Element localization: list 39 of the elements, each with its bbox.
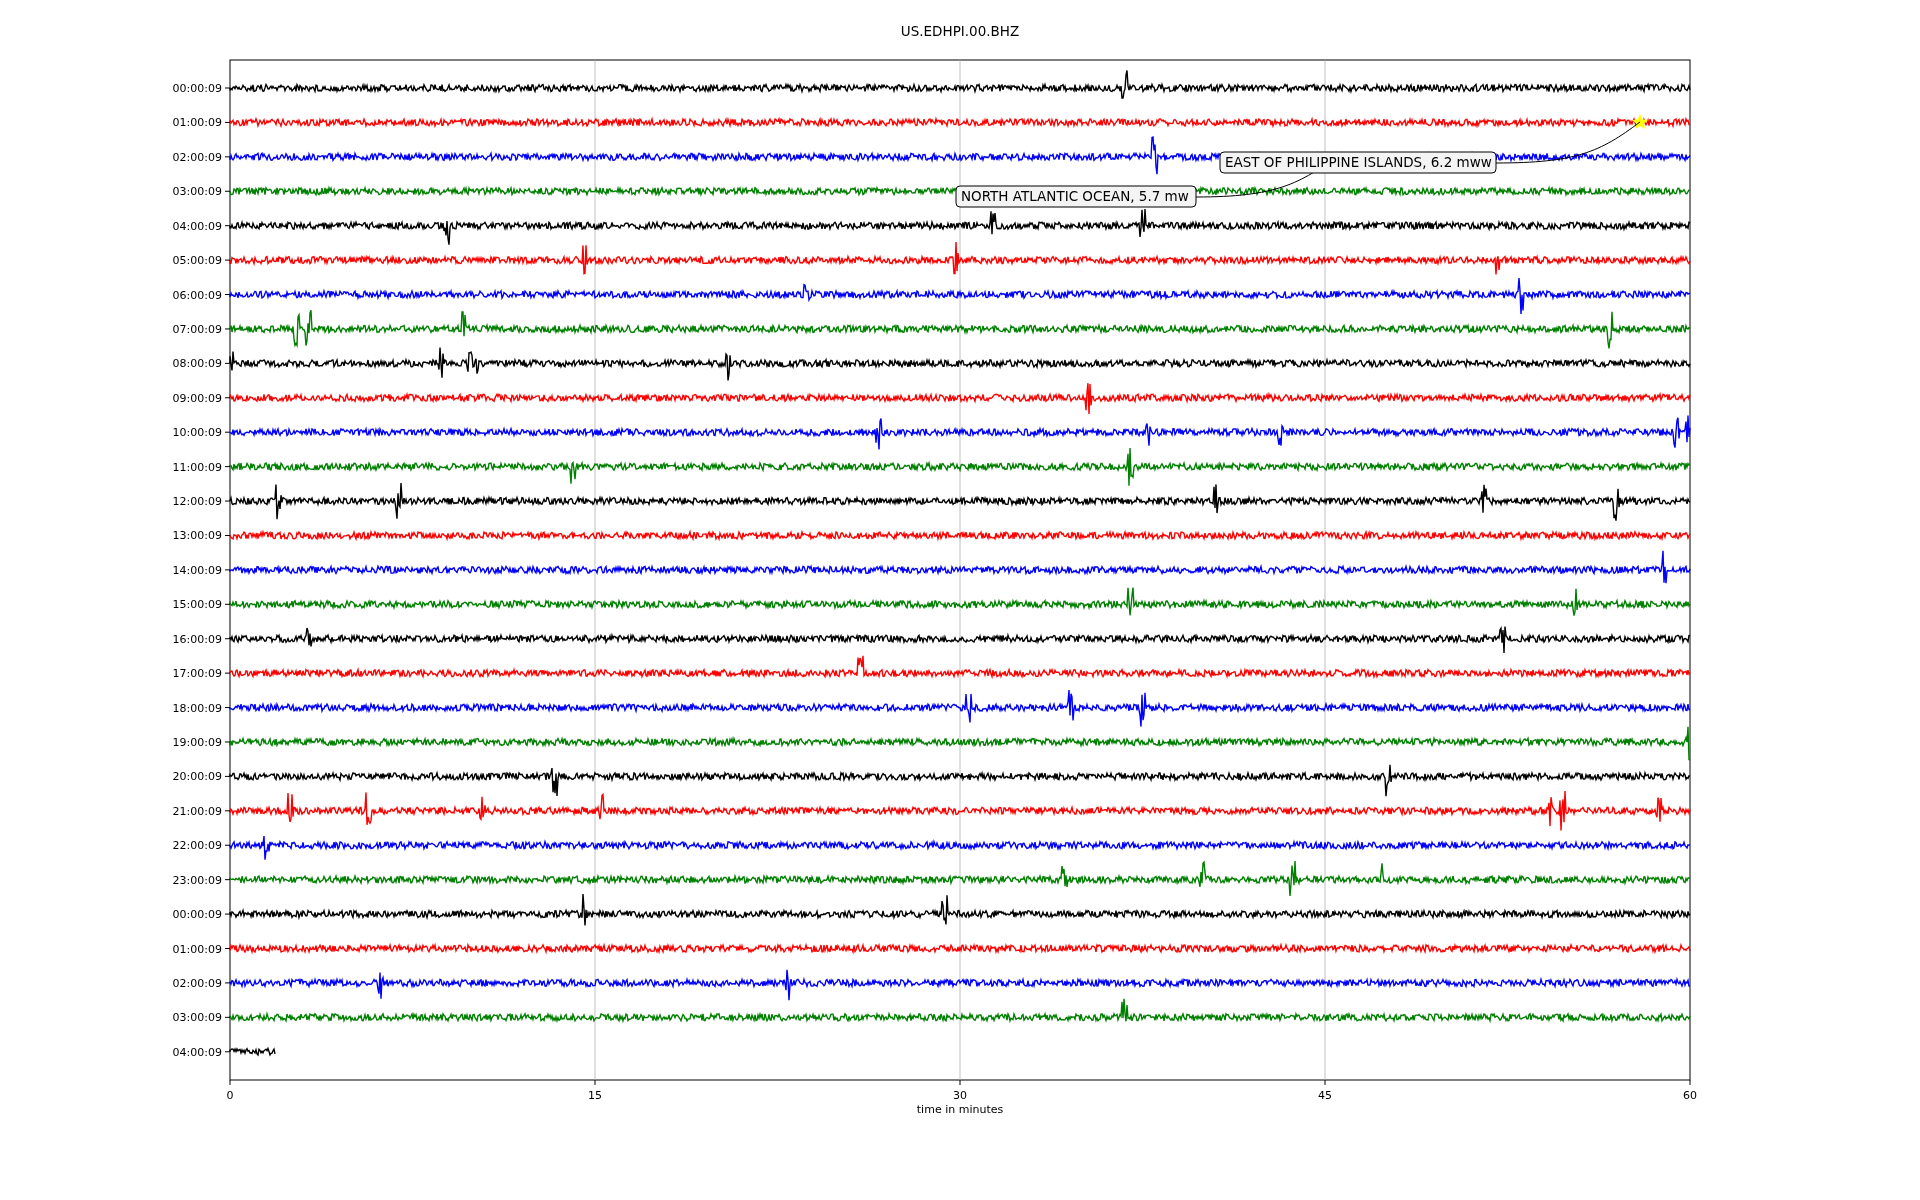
tick-label: 0	[226, 1089, 234, 1102]
time-label: 04:00:09	[172, 1045, 222, 1059]
event-annotation: NORTH ATLANTIC OCEAN, 5.7 mw	[955, 185, 1197, 208]
time-label: 04:00:09	[172, 219, 222, 233]
time-label: 16:00:09	[172, 632, 222, 646]
time-label: 09:00:09	[172, 391, 222, 405]
time-label: 18:00:09	[172, 701, 222, 715]
time-label: 03:00:09	[172, 1011, 222, 1025]
time-label: 15:00:09	[172, 598, 222, 612]
time-label: 10:00:09	[172, 426, 222, 440]
tick-label: 60	[1683, 1089, 1697, 1102]
tick-label: 15	[588, 1089, 602, 1102]
time-label: 22:00:09	[172, 839, 222, 853]
time-label: 02:00:09	[172, 150, 222, 164]
event-annotation: EAST OF PHILIPPINE ISLANDS, 6.2 mww	[1219, 151, 1497, 174]
time-label: 08:00:09	[172, 357, 222, 371]
time-label: 20:00:09	[172, 770, 222, 784]
time-label: 23:00:09	[172, 873, 222, 887]
star-icon	[1632, 114, 1648, 129]
time-label: 01:00:09	[172, 942, 222, 956]
time-label: 14:00:09	[172, 563, 222, 577]
time-label: 06:00:09	[172, 288, 222, 302]
tick-label: 45	[1318, 1089, 1332, 1102]
plot-title: US.EDHPI.00.BHZ	[900, 23, 1020, 39]
time-label: 19:00:09	[172, 736, 222, 749]
time-label: 11:00:09	[172, 460, 222, 474]
time-label: 05:00:09	[172, 254, 222, 268]
time-label: 02:00:09	[172, 976, 222, 990]
tick-label: 30	[953, 1089, 967, 1102]
axis-label: time in minutes	[916, 1103, 1004, 1116]
time-label: 21:00:09	[172, 804, 222, 818]
time-label: 17:00:09	[172, 667, 222, 681]
time-label: 13:00:09	[172, 529, 222, 543]
time-label: 03:00:09	[172, 185, 222, 199]
time-label: 00:00:09	[172, 908, 222, 922]
time-label: 12:00:09	[172, 495, 222, 509]
time-label: 01:00:09	[172, 116, 222, 130]
time-label: 07:00:09	[172, 322, 222, 336]
time-label: 00:00:09	[172, 82, 222, 95]
